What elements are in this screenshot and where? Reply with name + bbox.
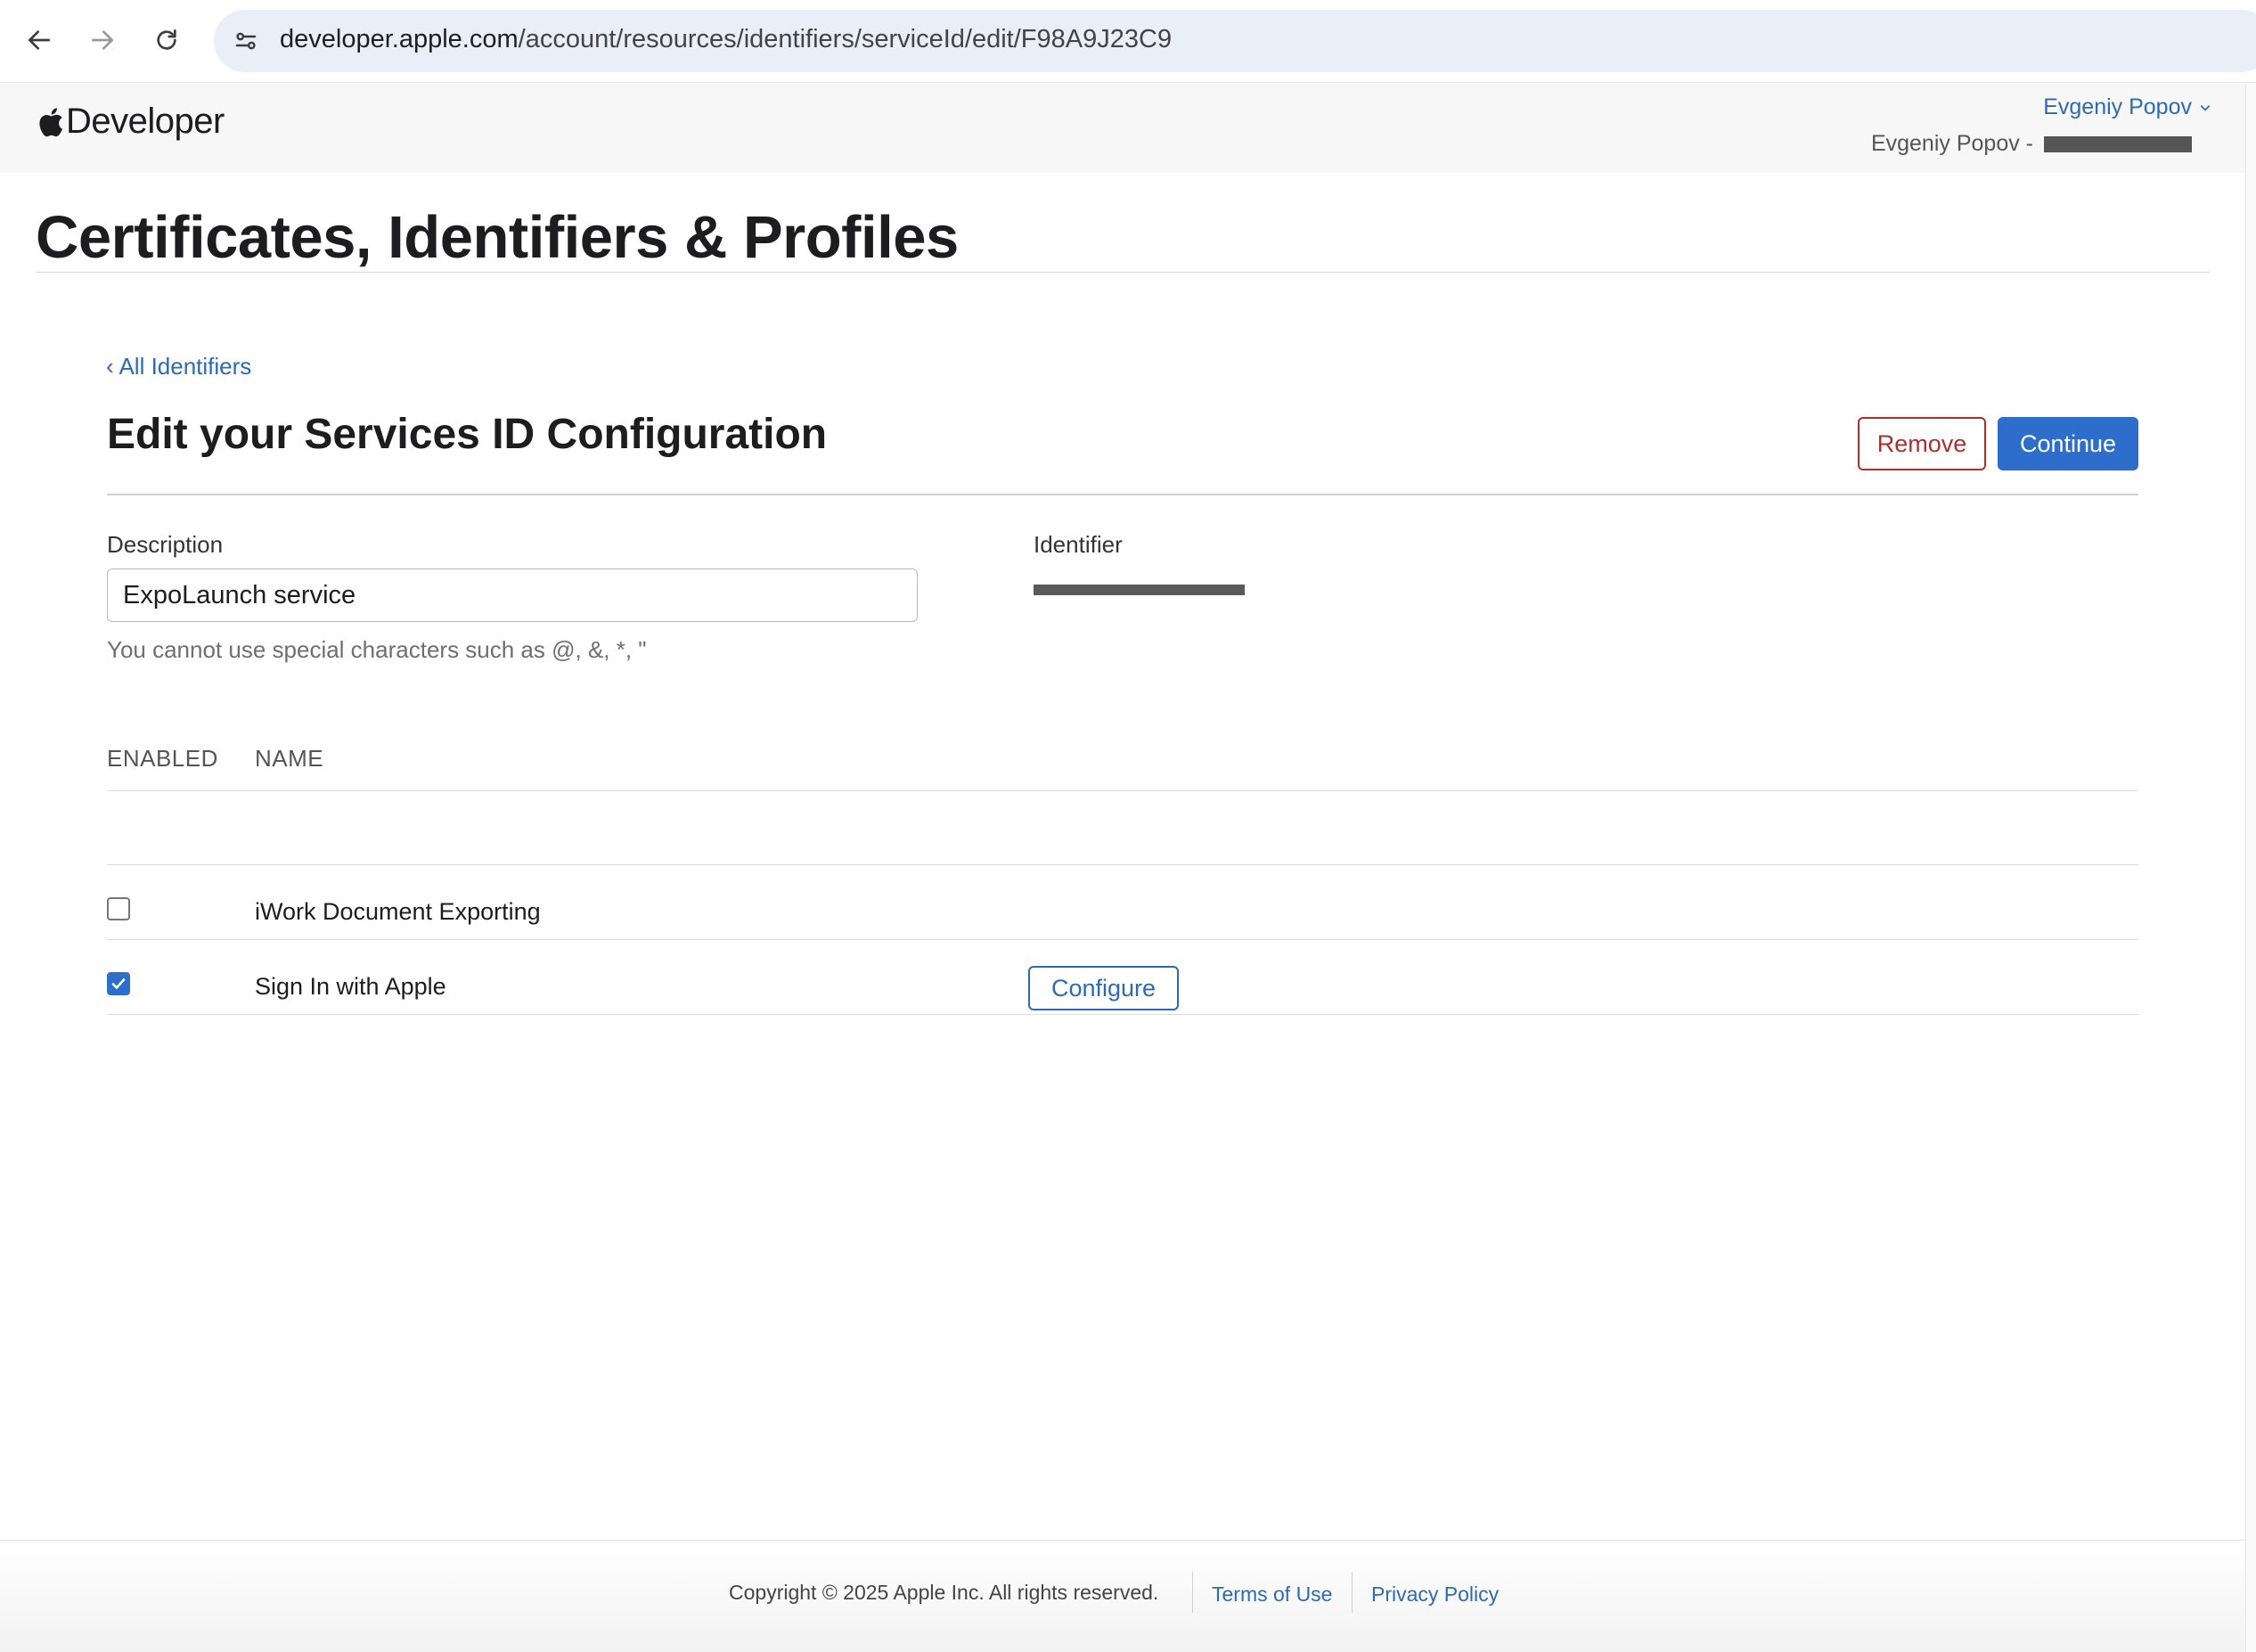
logo-text: Developer	[66, 102, 225, 141]
copyright-text: Copyright © 2025 Apple Inc. All rights r…	[729, 1581, 1159, 1604]
apple-logo-icon	[39, 107, 63, 136]
divider	[107, 494, 2138, 495]
divider	[107, 864, 2138, 865]
account-menu[interactable]: Evgeniy Popov Evgeniy Popov -	[1871, 94, 2211, 157]
site-settings-icon[interactable]	[230, 25, 262, 57]
forward-icon[interactable]	[82, 20, 123, 61]
footer-divider	[1192, 1572, 1193, 1613]
address-bar[interactable]: developer.apple.com/account/resources/id…	[214, 10, 2256, 72]
privacy-policy-link[interactable]: Privacy Policy	[1371, 1582, 1499, 1607]
redacted-team-id	[2044, 135, 2192, 152]
iwork-export-checkbox[interactable]	[107, 897, 130, 920]
identifier-label: Identifier	[1034, 531, 1123, 558]
account-name-dropdown[interactable]: Evgeniy Popov	[1871, 94, 2211, 120]
back-icon[interactable]	[19, 20, 60, 61]
url-path: /account/resources/identifiers/serviceId…	[518, 25, 1173, 53]
team-info: Evgeniy Popov -	[1871, 131, 2192, 157]
developer-logo[interactable]: Developer	[36, 102, 225, 142]
url-host: developer.apple.com	[280, 25, 519, 53]
column-header-enabled: ENABLED	[107, 745, 218, 772]
team-prefix: Evgeniy Popov -	[1870, 131, 2033, 156]
page-title: Certificates, Identifiers & Profiles	[36, 204, 959, 271]
remove-button[interactable]: Remove	[1858, 417, 1986, 470]
section-title: Edit your Services ID Configuration	[107, 411, 828, 458]
capability-name: iWork Document Exporting	[255, 898, 541, 925]
checkmark-icon	[111, 978, 126, 989]
reload-icon[interactable]	[146, 20, 187, 61]
capability-name: Sign In with Apple	[255, 973, 446, 1000]
divider	[36, 272, 2210, 273]
browser-toolbar: developer.apple.com/account/resources/id…	[0, 0, 2256, 83]
account-name: Evgeniy Popov	[2043, 94, 2192, 119]
column-header-name: NAME	[255, 745, 324, 772]
scrollbar-track[interactable]	[2245, 84, 2256, 1652]
description-hint: You cannot use special characters such a…	[107, 636, 647, 663]
page-content: Developer Evgeniy Popov Evgeniy Popov - …	[0, 84, 2245, 1652]
all-identifiers-link[interactable]: ‹ All Identifiers	[106, 353, 251, 380]
footer-divider	[1352, 1572, 1353, 1613]
configure-button[interactable]: Configure	[1028, 966, 1179, 1010]
redacted-identifier-value	[1034, 585, 1245, 595]
chevron-down-icon	[2200, 104, 2211, 111]
divider	[107, 1014, 2138, 1015]
description-label: Description	[107, 531, 224, 558]
sign-in-with-apple-checkbox[interactable]	[107, 972, 130, 995]
divider	[107, 790, 2138, 791]
terms-of-use-link[interactable]: Terms of Use	[1212, 1582, 1332, 1607]
description-field[interactable]	[107, 568, 918, 622]
developer-header: Developer Evgeniy Popov Evgeniy Popov -	[0, 84, 2245, 173]
divider	[107, 939, 2138, 940]
url-text[interactable]: developer.apple.com/account/resources/id…	[280, 25, 1172, 54]
continue-button[interactable]: Continue	[1998, 417, 2138, 470]
